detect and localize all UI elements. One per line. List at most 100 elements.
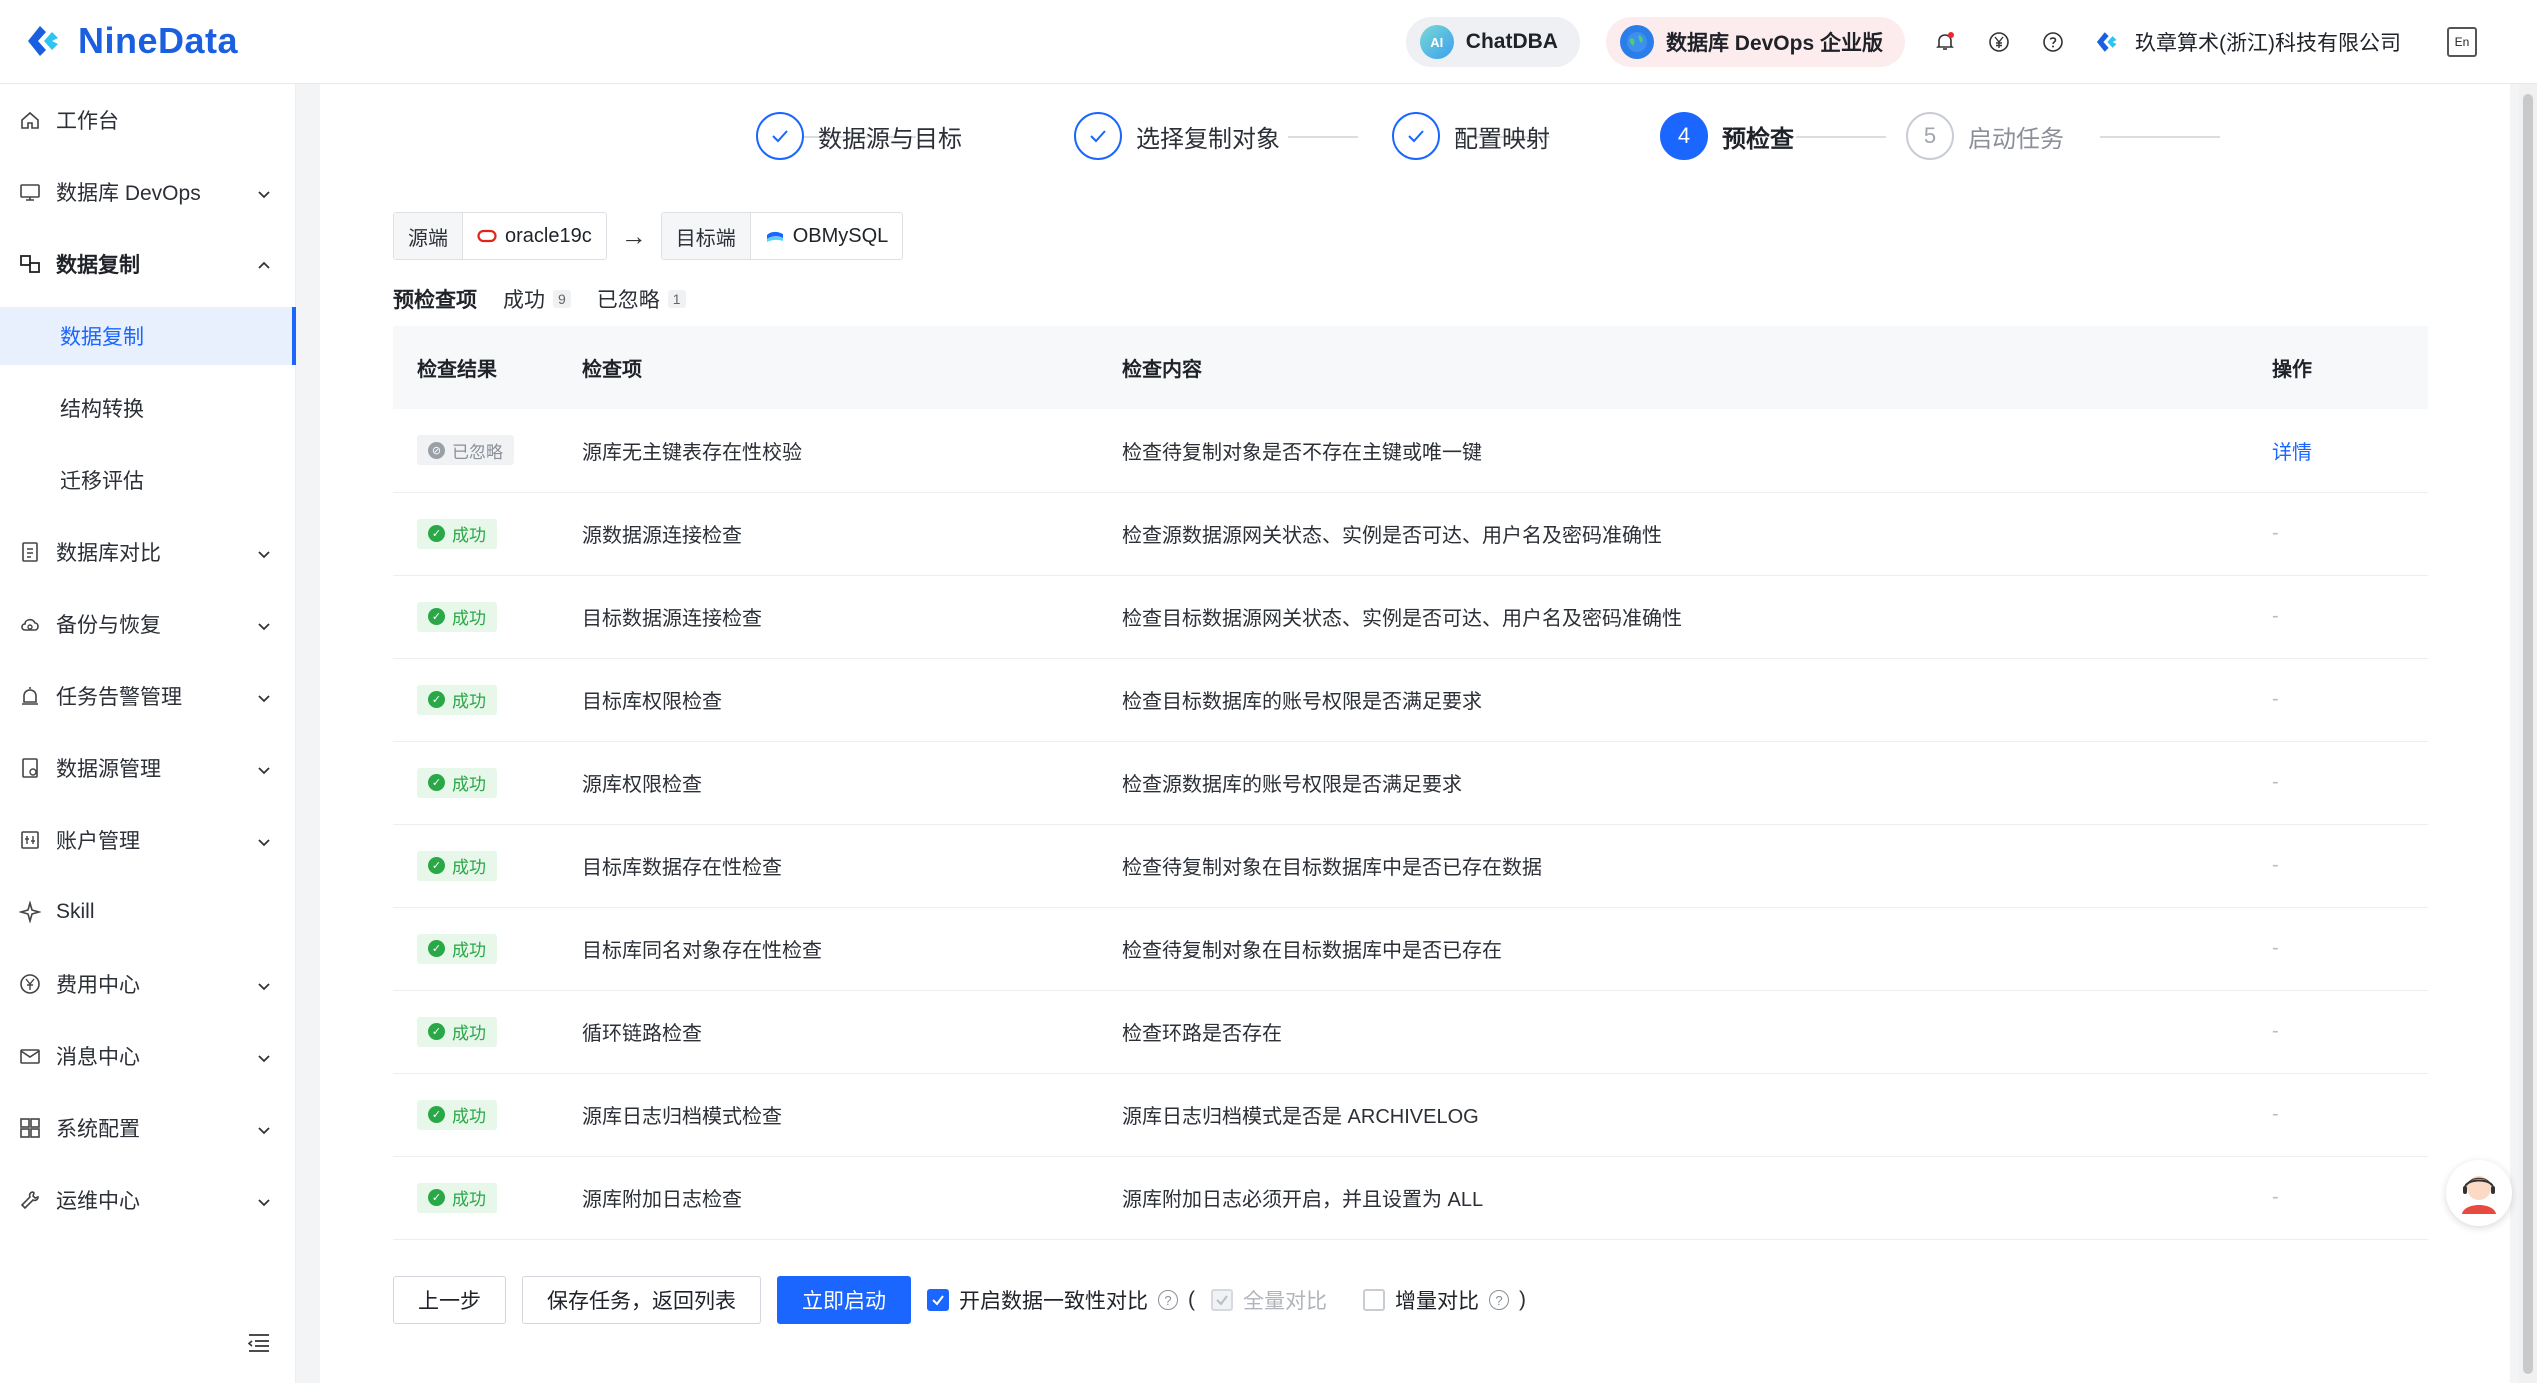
endpoint-summary: 源端 oracle19c → 目标端 OBMySQL: [393, 212, 904, 260]
action-cell: -: [2248, 575, 2428, 659]
chevron-down-icon[interactable]: [256, 1048, 272, 1064]
status-text: 已忽略: [452, 442, 503, 462]
table-row: ✓ 成功 源库日志归档模式检查 源库日志归档模式是否是 ARCHIVELOG -: [393, 1073, 2428, 1157]
sidebar-item-replication[interactable]: 数据复制: [0, 307, 296, 365]
scrollbar-thumb[interactable]: [2523, 94, 2533, 1374]
sidebar-item-label: 迁移评估: [60, 470, 144, 493]
sidebar-item-label: 运维中心: [56, 1190, 140, 1213]
collapse-sidebar-icon[interactable]: [246, 1332, 272, 1354]
sidebar-item-migration-assessment[interactable]: 迁移评估: [0, 451, 296, 509]
bell-icon[interactable]: [1931, 28, 1959, 56]
table-row: ⊘ 已忽略 源库无主键表存在性校验 检查待复制对象是否不存在主键或唯一键 详情: [393, 409, 2428, 493]
chevron-down-icon[interactable]: [256, 616, 272, 632]
save-and-return-button[interactable]: 保存任务，返回列表: [522, 1276, 761, 1324]
arrow-right-icon: →: [620, 220, 647, 251]
sidebar-item-schema-conversion[interactable]: 结构转换: [0, 379, 296, 437]
check-content-cell: 检查目标数据源网关状态、实例是否可达、用户名及密码准确性: [1098, 575, 2248, 659]
sidebar-item-devops[interactable]: 数据库 DevOps: [0, 163, 296, 221]
chevron-down-icon[interactable]: [256, 544, 272, 560]
alarm-icon: [18, 684, 42, 708]
chatdba-label: ChatDBA: [1465, 30, 1558, 53]
check-icon: [756, 112, 804, 160]
status-badge: ✓ 成功: [417, 518, 497, 549]
consistency-compare-option[interactable]: 开启数据一致性对比 ? (: [927, 1285, 1195, 1315]
devops-edition-button[interactable]: 数据库 DevOps 企业版: [1605, 17, 1905, 67]
step-label: 选择复制对象: [1136, 125, 1280, 153]
no-action: -: [2272, 1020, 2279, 1042]
globe-icon: [1619, 25, 1654, 59]
check-circle-icon: ✓: [428, 940, 445, 957]
incremental-compare-checkbox[interactable]: [1363, 1289, 1385, 1311]
sidebar-item-workbench[interactable]: 工作台: [0, 91, 296, 149]
question-circle-icon[interactable]: ?: [1489, 1290, 1509, 1310]
incremental-compare-option[interactable]: 增量对比 ? ): [1363, 1285, 1526, 1315]
sidebar-item-system-config[interactable]: 系统配置: [0, 1099, 296, 1157]
sidebar-item-task-alerts[interactable]: 任务告警管理: [0, 667, 296, 725]
result-cell: ✓ 成功: [393, 1156, 558, 1240]
sidebar-item-billing[interactable]: 费用中心: [0, 955, 296, 1013]
precheck-tabs: 预检查项 成功 9 已忽略 1: [393, 284, 686, 314]
check-content-cell: 检查待复制对象在目标数据库中是否已存在: [1098, 907, 2248, 991]
yen-icon[interactable]: [1985, 28, 2013, 56]
table-row: ✓ 成功 源库权限检查 检查源数据库的账号权限是否满足要求 -: [393, 741, 2428, 825]
full-compare-checkbox[interactable]: [1211, 1289, 1233, 1311]
action-cell: -: [2248, 741, 2428, 825]
header-content: 检查内容: [1098, 326, 2248, 409]
check-item-cell: 源库附加日志检查: [558, 1156, 1098, 1240]
sidebar-item-skill[interactable]: Skill: [0, 883, 296, 941]
table-row: ✓ 成功 目标库权限检查 检查目标数据库的账号权限是否满足要求 -: [393, 658, 2428, 742]
check-circle-icon: ✓: [428, 691, 445, 708]
table-header-row: 检查结果 检查项 检查内容 操作: [393, 326, 2428, 409]
step-indicator: 数据源与目标 选择复制对象 配置映射 4 预检查 5 启动任务: [320, 112, 2510, 168]
detail-link[interactable]: 详情: [2272, 442, 2312, 464]
sidebar-item-accounts[interactable]: 账户管理: [0, 811, 296, 869]
chevron-down-icon[interactable]: [256, 1192, 272, 1208]
chevron-down-icon[interactable]: [256, 760, 272, 776]
chatdba-ai-icon: AI: [1419, 25, 1454, 59]
check-item-cell: 目标库数据存在性检查: [558, 824, 1098, 908]
sidebar-item-label: 账户管理: [56, 830, 140, 853]
start-now-button[interactable]: 立即启动: [777, 1276, 911, 1324]
tab-ignored-label: 已忽略: [596, 289, 660, 312]
result-cell: ✓ 成功: [393, 741, 558, 825]
chatdba-button[interactable]: AI ChatDBA: [1405, 17, 1580, 67]
help-icon[interactable]: [2039, 28, 2067, 56]
table-row: ✓ 成功 源数据源连接检查 检查源数据源网关状态、实例是否可达、用户名及密码准确性 -: [393, 492, 2428, 576]
sidebar-item-ops-center[interactable]: 运维中心: [0, 1171, 296, 1229]
check-content-cell: 检查待复制对象是否不存在主键或唯一键: [1098, 409, 2248, 493]
chevron-down-icon[interactable]: [256, 184, 272, 200]
consistency-label: 开启数据一致性对比: [959, 1290, 1148, 1313]
action-cell: -: [2248, 1156, 2428, 1240]
language-switch-icon[interactable]: En: [2447, 27, 2477, 57]
sidebar-item-label: 工作台: [56, 110, 119, 133]
tab-precheck-items[interactable]: 预检查项: [393, 284, 477, 314]
tab-success[interactable]: 成功 9: [503, 284, 571, 314]
check-content-cell: 源库日志归档模式是否是 ARCHIVELOG: [1098, 1073, 2248, 1157]
tab-ignored[interactable]: 已忽略 1: [597, 284, 686, 314]
brand-logo[interactable]: NineData: [22, 18, 238, 64]
sidebar-item-backup-restore[interactable]: 备份与恢复: [0, 595, 296, 653]
action-cell: -: [2248, 1073, 2428, 1157]
support-avatar-button[interactable]: [2446, 1160, 2512, 1226]
sidebar-item-db-compare[interactable]: 数据库对比: [0, 523, 296, 581]
prev-step-button[interactable]: 上一步: [393, 1276, 506, 1324]
full-compare-option[interactable]: 全量对比: [1211, 1285, 1327, 1315]
table-row: ✓ 成功 目标库数据存在性检查 检查待复制对象在目标数据库中是否已存在数据 -: [393, 824, 2428, 908]
consistency-checkbox[interactable]: [927, 1289, 949, 1311]
result-cell: ✓ 成功: [393, 907, 558, 991]
question-circle-icon[interactable]: ?: [1158, 1290, 1178, 1310]
sidebar-item-replication-group[interactable]: 数据复制: [0, 235, 296, 293]
sidebar-item-label: 数据库 DevOps: [56, 182, 201, 205]
check-item-cell: 源库日志归档模式检查: [558, 1073, 1098, 1157]
company-switcher[interactable]: 玖章算术(浙江)科技有限公司: [2093, 27, 2401, 57]
chevron-down-icon[interactable]: [256, 832, 272, 848]
chevron-down-icon[interactable]: [256, 976, 272, 992]
page-scrollbar[interactable]: [2519, 84, 2537, 1383]
chevron-down-icon[interactable]: [256, 1120, 272, 1136]
sidebar-item-messages[interactable]: 消息中心: [0, 1027, 296, 1085]
chevron-down-icon[interactable]: [256, 688, 272, 704]
sidebar-item-datasource[interactable]: 数据源管理: [0, 739, 296, 797]
chevron-up-icon[interactable]: [256, 256, 272, 272]
target-label: 目标端: [661, 213, 751, 259]
tab-success-count: 9: [553, 290, 571, 308]
